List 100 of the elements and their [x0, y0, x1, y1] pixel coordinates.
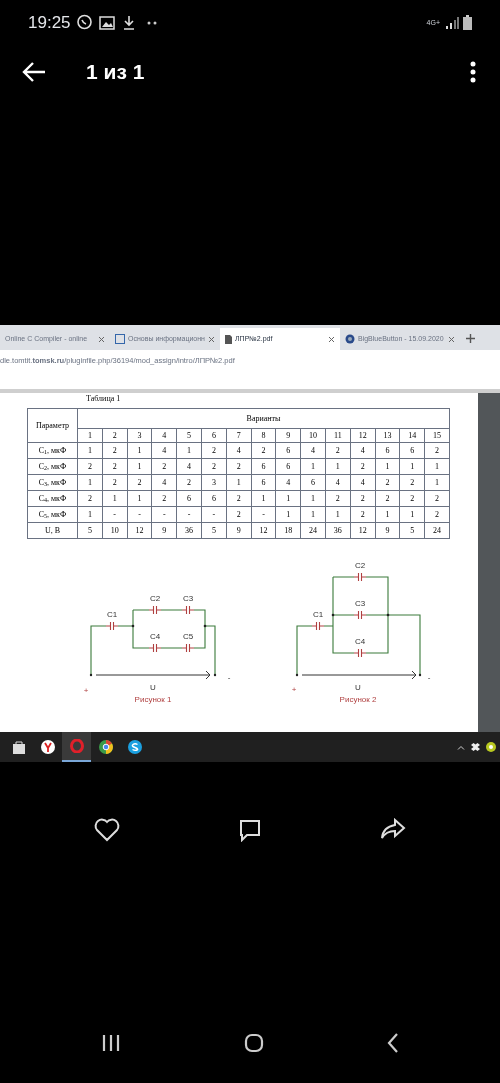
table-cell: 1	[300, 506, 326, 523]
document-icon	[225, 334, 232, 344]
table-cell: -	[176, 506, 202, 523]
status-time: 19:25	[28, 11, 71, 34]
table-cell: 2	[350, 458, 376, 475]
table-cell: -	[102, 506, 128, 523]
table-cell: C$_{1}$, мкФ	[27, 442, 78, 459]
component-label: C2	[149, 594, 161, 603]
heart-icon[interactable]	[94, 818, 120, 842]
table-cell: 1	[375, 506, 400, 523]
table-cell: 1	[375, 458, 400, 475]
home-icon[interactable]	[244, 1033, 264, 1053]
close-icon[interactable]	[208, 335, 215, 343]
component-label: C3	[182, 594, 194, 603]
table-cell: 6	[251, 474, 276, 491]
table-cell: 6	[375, 442, 400, 459]
table-cell: 6	[275, 458, 301, 475]
table-cell: 2	[226, 506, 252, 523]
table-cell: 2	[176, 474, 202, 491]
caret-icon[interactable]	[457, 744, 465, 750]
table-header: 9	[275, 428, 301, 443]
table-title: Таблица 1	[86, 395, 121, 403]
window-icon	[115, 334, 125, 344]
table-cell: 2	[151, 490, 177, 507]
table-cell: 2	[424, 442, 450, 459]
table-cell: 1	[399, 458, 425, 475]
battery-icon	[463, 15, 472, 30]
close-icon[interactable]	[328, 335, 335, 343]
back-arrow-icon[interactable]	[22, 62, 46, 82]
figure-caption: Рисунок 2	[339, 695, 377, 704]
table-cell: 5	[201, 522, 227, 539]
table-cell: 6	[399, 442, 425, 459]
table-cell: 2	[151, 458, 177, 475]
figure-caption: Рисунок 1	[134, 695, 172, 704]
table-header: 5	[176, 428, 202, 443]
table-cell: 2	[226, 458, 252, 475]
table-cell: 2	[424, 490, 450, 507]
new-tab-icon[interactable]	[466, 334, 475, 343]
table-cell: -	[127, 506, 152, 523]
table-cell: 2	[399, 474, 425, 491]
table-cell: C$_{2}$, мкФ	[27, 458, 78, 475]
image-icon	[98, 15, 115, 30]
table-header: 15	[424, 428, 450, 443]
close-icon[interactable]	[98, 335, 105, 343]
table-cell: 1	[127, 490, 152, 507]
table-cell: 4	[300, 442, 326, 459]
comment-icon[interactable]	[238, 818, 262, 842]
circle-browser-icon[interactable]	[98, 740, 113, 754]
close-icon[interactable]	[448, 335, 455, 343]
table-header: 11	[325, 428, 351, 443]
table-cell: 4	[275, 474, 301, 491]
table-cell: 24	[424, 522, 450, 539]
table-cell: 10	[102, 522, 128, 539]
recent-apps-icon[interactable]	[101, 1034, 121, 1052]
back-icon[interactable]	[387, 1033, 399, 1053]
table-cell: 6	[300, 474, 326, 491]
voltage-label: U	[355, 683, 361, 692]
more-options-icon[interactable]	[470, 61, 476, 83]
table-cell: 18	[275, 522, 301, 539]
table-header: 2	[102, 428, 128, 443]
table-cell: 2	[201, 442, 227, 459]
y-letter-browser-icon[interactable]	[40, 740, 55, 754]
table-header: 8	[251, 428, 276, 443]
table-header: 4	[151, 428, 177, 443]
table-cell: 2	[375, 490, 400, 507]
table-cell: 4	[176, 458, 202, 475]
table-header: 10	[300, 428, 326, 443]
table-cell: 4	[325, 474, 351, 491]
table-cell: 2	[350, 506, 376, 523]
table-cell: 1	[325, 458, 351, 475]
table-cell: 5	[77, 522, 103, 539]
table-cell: 12	[251, 522, 276, 539]
table-cell: C$_{3}$, мкФ	[27, 474, 78, 491]
table-cell: 2	[226, 490, 252, 507]
table-cell: 1	[102, 490, 128, 507]
share-icon[interactable]	[380, 818, 406, 840]
table-cell: 4	[151, 474, 177, 491]
table-cell: 4	[350, 442, 376, 459]
table-cell: C$_{4}$, мкФ	[27, 490, 78, 507]
component-label: C4	[354, 637, 366, 646]
table-cell: 1	[127, 458, 152, 475]
table-cell: 6	[275, 442, 301, 459]
s-letter-app-icon[interactable]	[127, 740, 142, 754]
table-cell: 2	[399, 490, 425, 507]
table-cell: 9	[375, 522, 400, 539]
component-label: C3	[354, 599, 366, 608]
table-cell: 1	[325, 506, 351, 523]
voltage-label: U	[150, 683, 156, 692]
table-cell: 4	[350, 474, 376, 491]
table-cell: -	[201, 506, 227, 523]
table-header: 14	[399, 428, 425, 443]
component-label: C4	[149, 632, 161, 641]
table-cell: 3	[201, 474, 227, 491]
table-header: 12	[350, 428, 376, 443]
table-cell: 12	[350, 522, 376, 539]
table-cell: 4	[226, 442, 252, 459]
table-cell: 1	[399, 506, 425, 523]
shopping-bag-icon[interactable]	[12, 740, 25, 754]
signal-icon	[445, 16, 459, 29]
table-cell: 2	[127, 474, 152, 491]
